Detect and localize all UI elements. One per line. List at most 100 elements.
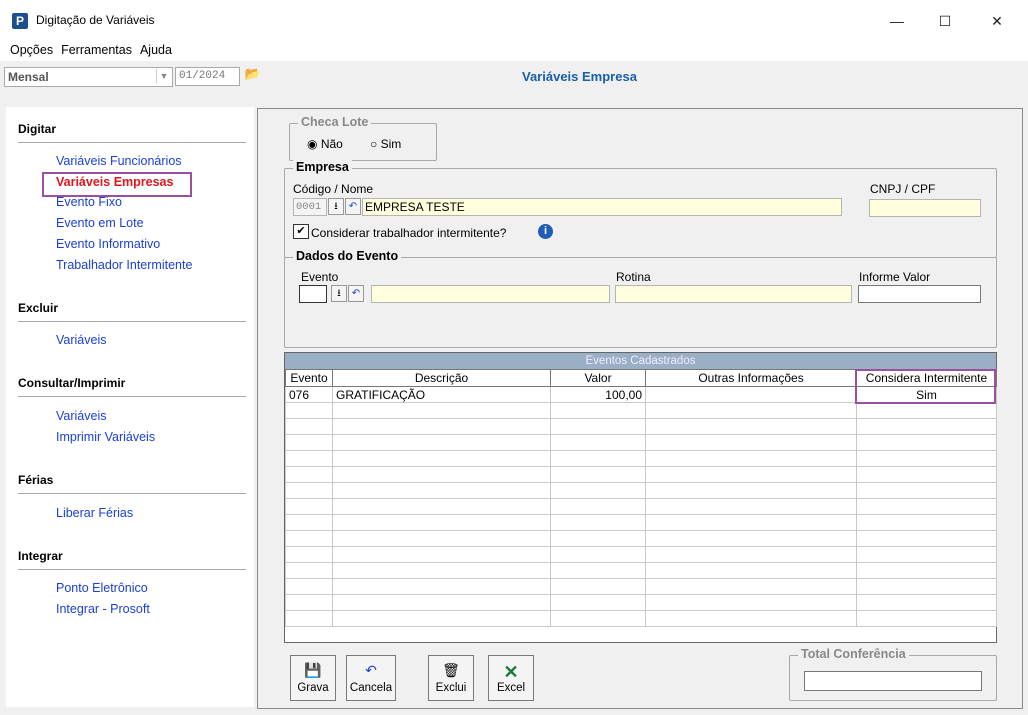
radio-nao[interactable]: ◉ Não [307, 137, 343, 151]
cell-outras [645, 386, 857, 403]
sidebar-item-ponto-eletronico[interactable]: Ponto Eletrônico [56, 581, 148, 595]
window-title: Digitação de Variáveis [36, 13, 155, 27]
excel-label: Excel [496, 682, 526, 694]
table-row-empty[interactable] [285, 498, 997, 515]
table-row-empty[interactable] [285, 434, 997, 451]
evento-descricao-field[interactable] [371, 285, 610, 303]
sidebar-item-evento-fixo[interactable]: Evento Fixo [56, 195, 122, 209]
sidebar-item-evento-informativo[interactable]: Evento Informativo [56, 237, 160, 251]
sidebar-section-consultar: Consultar/Imprimir [18, 376, 126, 390]
app-icon: P [12, 13, 28, 29]
empty-cell [332, 530, 551, 547]
menu-opcoes[interactable]: Opções [6, 40, 57, 60]
download-icon[interactable]: ⭳ [328, 198, 344, 215]
evento-field[interactable] [299, 285, 327, 303]
download-icon[interactable]: ⭳ [331, 285, 347, 302]
empty-cell [332, 482, 551, 499]
checa-lote-title: Checa Lote [298, 115, 372, 129]
empty-cell [332, 514, 551, 531]
type-select[interactable]: Mensal ▼ [4, 67, 173, 87]
divider [18, 396, 246, 397]
sidebar-item-variaveis-funcionarios[interactable]: Variáveis Funcionários [56, 154, 182, 168]
minimize-button[interactable]: — [874, 7, 920, 35]
toolbar: Mensal ▼ 01/2024 📂 Variáveis Empresa [0, 61, 1028, 107]
nome-field[interactable]: EMPRESA TESTE [362, 198, 842, 216]
cell-descricao: GRATIFICAÇÃO [332, 386, 551, 403]
dados-evento-group: Dados do Evento Evento ⭳ ↶ Rotina Inform… [284, 249, 997, 348]
table-row-empty[interactable] [285, 578, 997, 595]
period-field[interactable]: 01/2024 [175, 67, 240, 86]
table-row-empty[interactable] [285, 402, 997, 419]
empresa-title: Empresa [293, 160, 352, 174]
empty-cell [550, 498, 646, 515]
evento-label: Evento [301, 270, 339, 284]
empty-cell [550, 530, 646, 547]
undo-icon[interactable]: ↶ [345, 198, 361, 215]
table-row-empty[interactable] [285, 450, 997, 467]
empty-cell [645, 466, 857, 483]
empty-cell [856, 402, 997, 419]
sidebar-item-excluir-variaveis[interactable]: Variáveis [56, 333, 106, 347]
menu-bar: Opções Ferramentas Ajuda [0, 40, 1028, 61]
empty-cell [332, 498, 551, 515]
cell-evento: 076 [285, 386, 333, 403]
close-button[interactable]: ✕ [974, 7, 1020, 35]
rotina-field[interactable] [615, 285, 852, 303]
table-row-empty[interactable] [285, 418, 997, 435]
empty-cell [645, 610, 857, 627]
codigo-field[interactable]: 0001 [293, 198, 327, 216]
empty-cell [550, 578, 646, 595]
empty-cell [645, 562, 857, 579]
empty-cell [332, 578, 551, 595]
empty-cell [285, 578, 333, 595]
table-row-empty[interactable] [285, 562, 997, 579]
intermitente-checkbox[interactable]: ✔ [293, 224, 309, 239]
undo-icon[interactable]: ↶ [348, 285, 364, 302]
highlight-box [855, 369, 996, 404]
sidebar-item-evento-em-lote[interactable]: Evento em Lote [56, 216, 144, 230]
sidebar-item-consultar-variaveis[interactable]: Variáveis [56, 409, 106, 423]
radio-sim[interactable]: ○ Sim [370, 137, 401, 151]
sidebar-item-integrar-prosoft[interactable]: Integrar - Prosoft [56, 602, 150, 616]
col-descricao[interactable]: Descrição [332, 369, 551, 387]
open-folder-icon[interactable]: 📂 [243, 65, 263, 83]
empty-cell [645, 514, 857, 531]
chevron-down-icon[interactable]: ▼ [156, 69, 171, 83]
menu-ajuda[interactable]: Ajuda [136, 40, 176, 60]
maximize-button[interactable]: ☐ [922, 7, 968, 35]
radio-sim-label: Sim [380, 137, 402, 151]
exclui-button[interactable]: 🗑 Exclui [428, 655, 474, 701]
table-row-empty[interactable] [285, 514, 997, 531]
empty-cell [550, 594, 646, 611]
col-outras-informacoes[interactable]: Outras Informações [645, 369, 857, 387]
empty-cell [856, 578, 997, 595]
table-row-empty[interactable] [285, 610, 997, 627]
grava-button[interactable]: 💾 Grava [290, 655, 336, 701]
radio-nao-label: Não [320, 137, 343, 151]
table-row-empty[interactable] [285, 482, 997, 499]
sidebar-section-ferias: Férias [18, 473, 54, 487]
empty-cell [856, 610, 997, 627]
table-row-empty[interactable] [285, 466, 997, 483]
intermitente-label: Considerar trabalhador intermitente? [311, 226, 507, 240]
empty-cell [550, 418, 646, 435]
empty-cell [856, 546, 997, 563]
sidebar-item-imprimir-variaveis[interactable]: Imprimir Variáveis [56, 430, 155, 444]
empty-cell [285, 514, 333, 531]
trash-icon: 🗑 [442, 662, 460, 678]
col-evento[interactable]: Evento [285, 369, 333, 387]
col-valor[interactable]: Valor [550, 369, 646, 387]
table-row-empty[interactable] [285, 594, 997, 611]
excel-button[interactable]: ✕ Excel [488, 655, 534, 701]
empty-cell [550, 610, 646, 627]
info-icon[interactable]: i [538, 224, 553, 239]
sidebar-item-liberar-ferias[interactable]: Liberar Férias [56, 506, 133, 520]
cancela-button[interactable]: ↶ Cancela [346, 655, 396, 701]
informe-valor-field[interactable] [858, 285, 981, 303]
divider [18, 142, 246, 143]
menu-ferramentas[interactable]: Ferramentas [57, 40, 136, 60]
table-row-empty[interactable] [285, 530, 997, 547]
cnpj-field[interactable] [869, 199, 981, 217]
table-row-empty[interactable] [285, 546, 997, 563]
sidebar-item-trabalhador-intermitente[interactable]: Trabalhador Intermitente [56, 258, 192, 272]
